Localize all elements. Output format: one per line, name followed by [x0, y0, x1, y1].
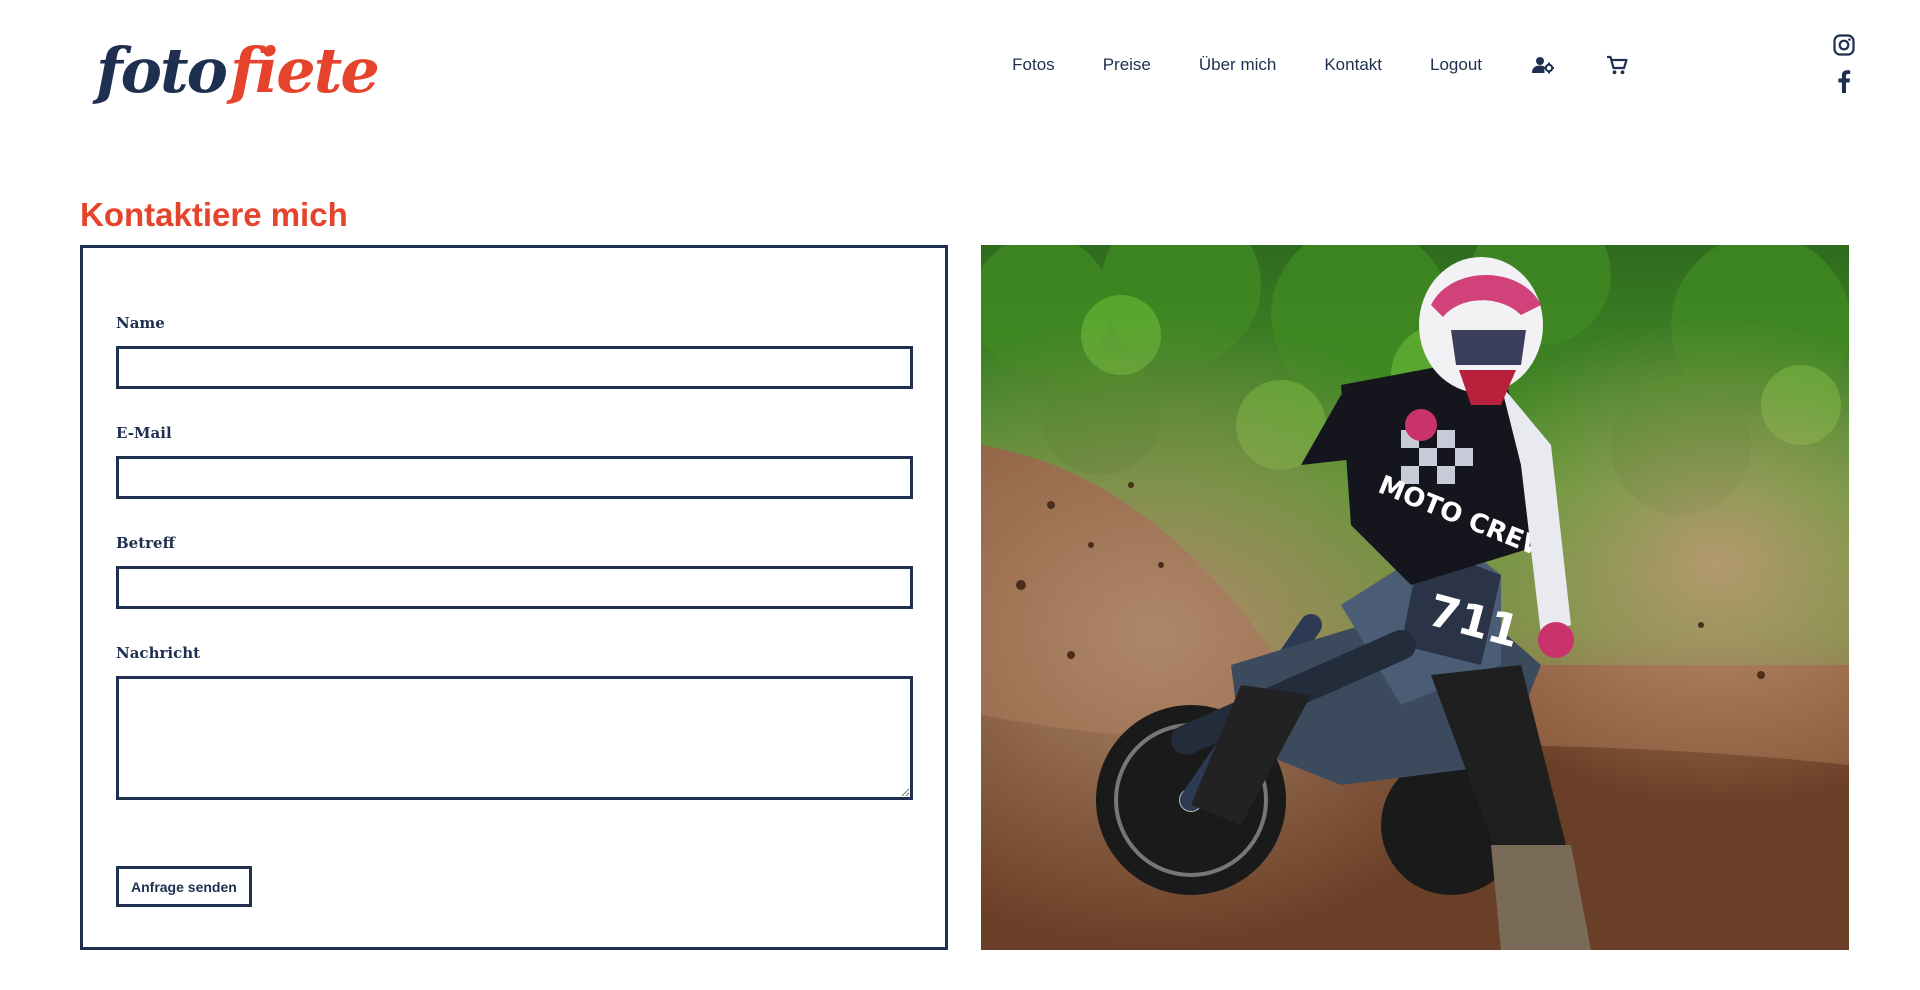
email-field-group: E-Mail — [116, 424, 913, 499]
motocross-photo: 711 MOTO CREW — [981, 245, 1849, 950]
subject-field-group: Betreff — [116, 534, 913, 609]
logo-text-fiete: fiete — [230, 34, 380, 107]
subject-input[interactable] — [116, 566, 913, 609]
name-input[interactable] — [116, 346, 913, 389]
logo-text-foto: foto — [96, 34, 228, 107]
main-nav: Fotos Preise Über mich Kontakt Logout — [1012, 52, 1630, 78]
instagram-icon[interactable] — [1830, 32, 1858, 58]
page-title: Kontaktiere mich — [80, 196, 348, 233]
name-field-group: Name — [116, 314, 913, 389]
nav-item-fotos[interactable]: Fotos — [1012, 55, 1055, 75]
nav-item-logout[interactable]: Logout — [1430, 55, 1482, 75]
nav-item-kontakt[interactable]: Kontakt — [1324, 55, 1382, 75]
subject-label: Betreff — [116, 534, 175, 552]
message-textarea[interactable] — [116, 676, 913, 800]
nav-item-preise[interactable]: Preise — [1103, 55, 1151, 75]
cart-icon[interactable] — [1604, 52, 1630, 78]
site-header: foto fiete Fotos Preise Über mich Kontak… — [0, 0, 1920, 140]
email-label: E-Mail — [116, 424, 172, 442]
name-label: Name — [116, 314, 165, 332]
message-label: Nachricht — [116, 644, 201, 662]
email-input[interactable] — [116, 456, 913, 499]
submit-button[interactable]: Anfrage senden — [116, 866, 252, 907]
site-logo[interactable]: foto fiete — [96, 12, 380, 107]
social-links — [1830, 32, 1858, 94]
message-field-group: Nachricht — [116, 644, 913, 800]
user-settings-icon[interactable] — [1530, 52, 1556, 78]
nav-item-ueber-mich[interactable]: Über mich — [1199, 55, 1276, 75]
facebook-icon[interactable] — [1830, 68, 1858, 94]
contact-form: Name E-Mail Betreff Nachricht Anfrage se… — [80, 245, 948, 950]
